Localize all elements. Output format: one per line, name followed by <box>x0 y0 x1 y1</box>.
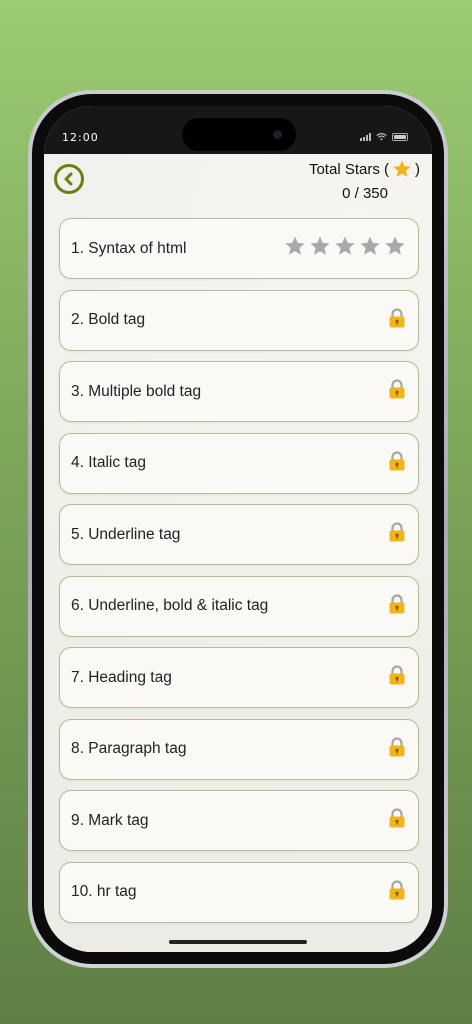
wifi-icon <box>376 133 387 141</box>
battery-icon <box>392 133 408 141</box>
chevron-left-icon <box>64 172 73 186</box>
level-item[interactable]: 1. Syntax of html <box>59 218 419 279</box>
camera-icon <box>273 130 282 139</box>
level-title: 5. Underline tag <box>71 525 181 543</box>
lock-icon <box>388 522 406 547</box>
star-icon <box>359 235 381 262</box>
level-title: 7. Heading tag <box>71 668 172 686</box>
level-item[interactable]: 6. Underline, bold & italic tag <box>59 575 419 637</box>
lock-icon <box>388 379 406 404</box>
level-title: 8. Paragraph tag <box>71 740 187 757</box>
level-title: 10. hr tag <box>71 883 137 900</box>
home-indicator <box>169 940 307 944</box>
level-item[interactable]: 5. Underline tag <box>59 504 419 565</box>
total-stars-title: Total Stars ( ) <box>309 159 420 179</box>
phone-frame: 12:00 Total Stars () 0 / 350 1. Syntax … <box>28 90 448 968</box>
level-item[interactable]: 3. Multiple bold tag <box>59 361 419 422</box>
lock-icon <box>388 736 406 762</box>
status-bar: 12:00 <box>44 106 432 154</box>
star-icon <box>334 235 356 262</box>
lock-icon <box>388 307 406 333</box>
total-stars-panel: Total Stars ( ) 0 / 350 <box>309 159 420 202</box>
level-item[interactable]: 4. Italic tag <box>59 432 419 494</box>
star-icon <box>309 235 331 262</box>
dynamic-island <box>182 118 296 151</box>
level-item[interactable]: 10. hr tag <box>59 861 419 923</box>
level-title: 4. Italic tag <box>71 454 146 471</box>
lock-icon <box>388 450 406 476</box>
lock-icon <box>388 879 406 905</box>
phone-bezel: 12:00 Total Stars () 0 / 350 1. Syntax … <box>32 94 444 964</box>
level-item[interactable]: 7. Heading tag <box>59 647 419 708</box>
total-stars-close: ) <box>415 160 420 178</box>
back-button[interactable] <box>54 164 84 194</box>
cellular-signal-icon <box>360 133 371 141</box>
status-icons <box>360 133 408 141</box>
phone-screen: 12:00 Total Stars () 0 / 350 1. Syntax … <box>44 106 432 952</box>
lock-icon <box>388 665 406 690</box>
total-stars-label: Total Stars ( <box>308 160 389 178</box>
level-screen: Total Stars ( ) 0 / 350 1. Syntax of htm… <box>44 154 432 952</box>
status-time: 12:00 <box>62 131 99 144</box>
level-list: 1. Syntax of html 2. Bold tag 3. Multiple… <box>59 218 419 933</box>
level-title: 3. Multiple bold tag <box>71 382 202 400</box>
lock-icon <box>388 593 406 619</box>
level-item[interactable]: 2. Bold tag <box>59 289 419 351</box>
star-icon <box>384 235 406 262</box>
level-title: 9. Mark tag <box>71 811 149 829</box>
star-icon <box>393 160 411 177</box>
star-icon <box>284 235 306 262</box>
level-item[interactable]: 9. Mark tag <box>59 790 419 851</box>
level-title: 6. Underline, bold & italic tag <box>71 597 269 614</box>
total-stars-count: 0 / 350 <box>342 185 388 202</box>
level-title: 1. Syntax of html <box>71 239 187 257</box>
lock-icon <box>388 808 406 833</box>
level-item[interactable]: 8. Paragraph tag <box>59 718 419 780</box>
level-title: 2. Bold tag <box>71 311 146 328</box>
level-stars <box>284 235 406 262</box>
